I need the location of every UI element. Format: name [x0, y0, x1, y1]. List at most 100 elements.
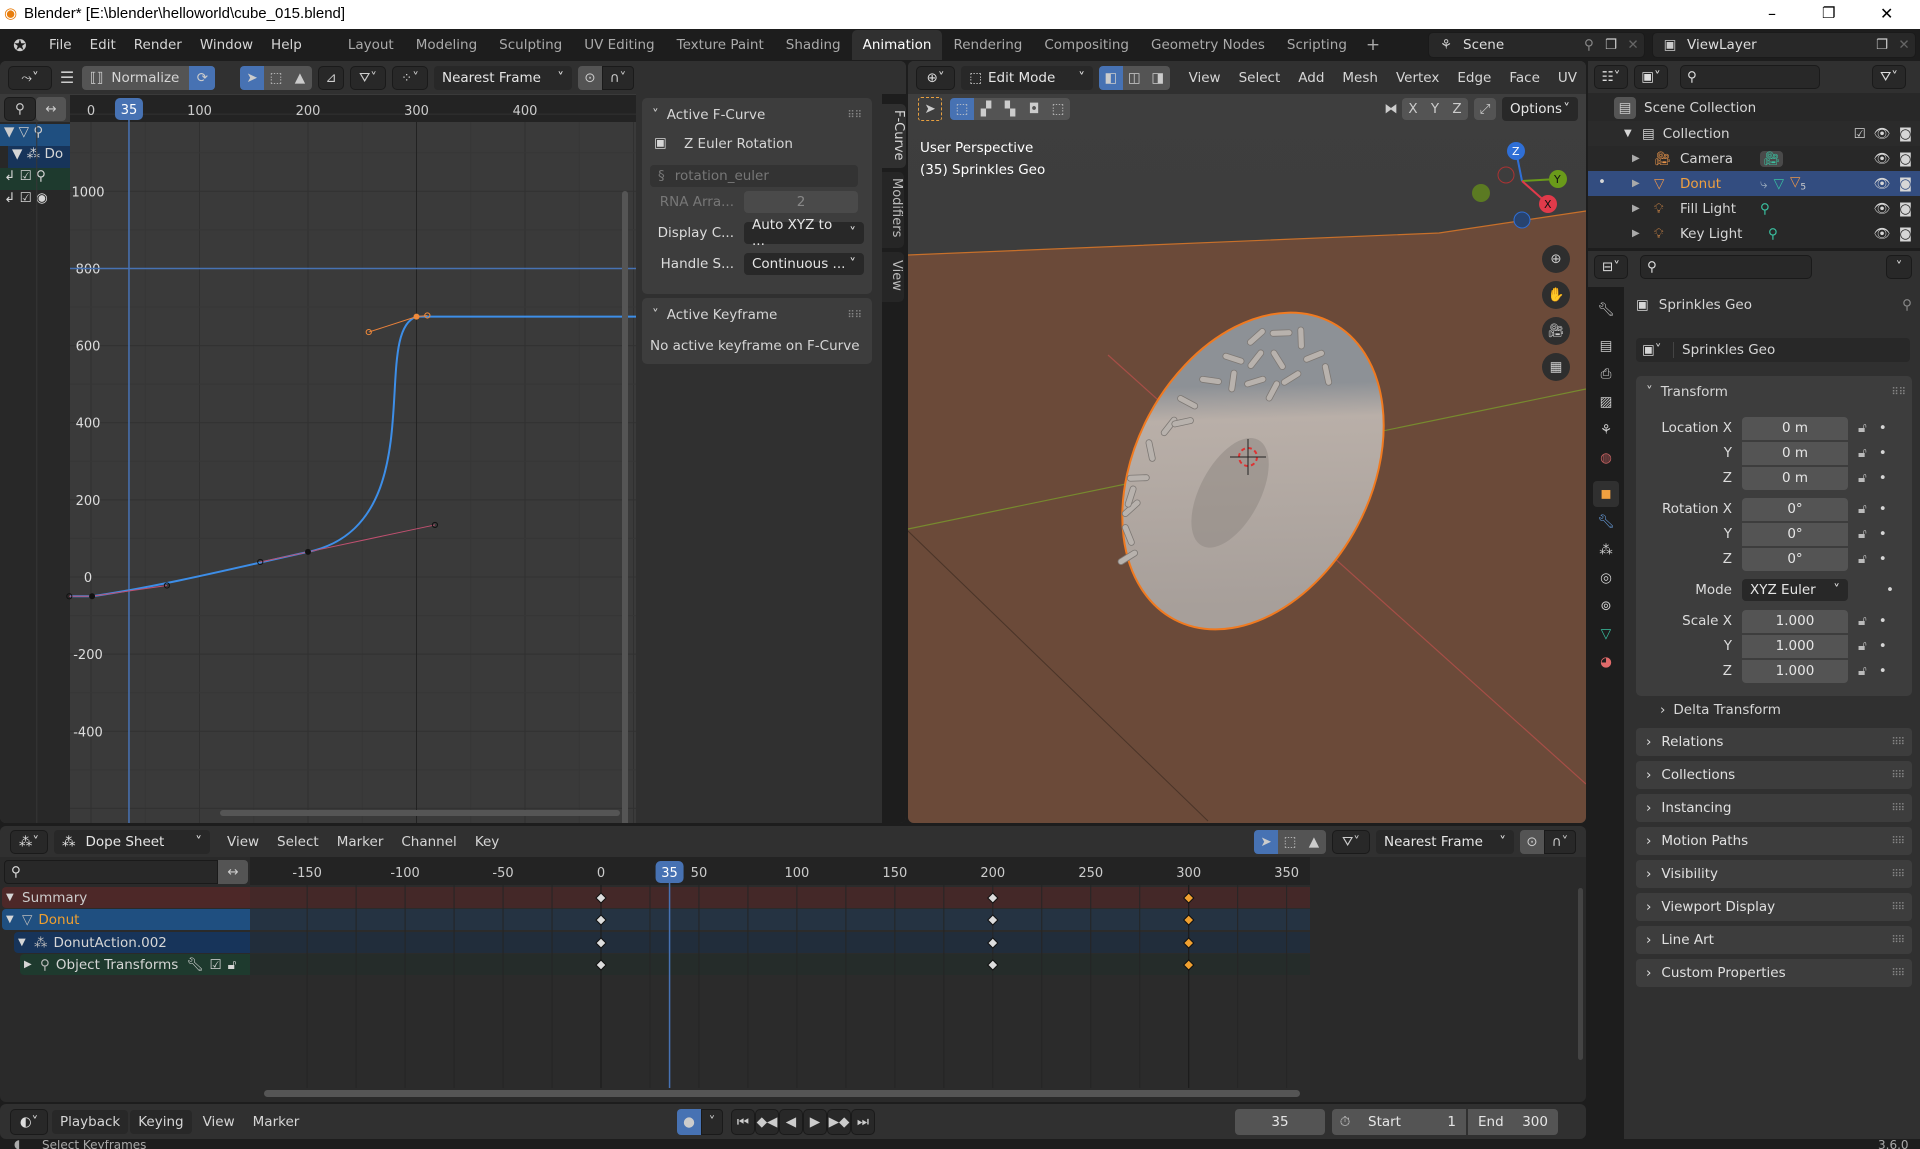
camera-data-icon[interactable]: 🎥︎: [1760, 150, 1784, 167]
rotation-x-field[interactable]: 0°: [1742, 497, 1848, 521]
drag-grip-icon[interactable]: ⠿⠿: [1891, 737, 1905, 748]
workspace-tab-texture-paint[interactable]: Texture Paint: [666, 30, 775, 60]
select-tool-icon[interactable]: ➤: [918, 97, 942, 121]
face-select-icon[interactable]: ◨: [1146, 65, 1170, 90]
jump-start-button[interactable]: ⏮: [731, 1108, 755, 1135]
workspace-tab-scripting[interactable]: Scripting: [1276, 30, 1358, 60]
exclude-checkbox[interactable]: ☑: [1854, 126, 1866, 142]
editor-type-button[interactable]: ◐˅: [10, 1108, 48, 1135]
delete-view-layer-icon[interactable]: ✕: [1893, 37, 1915, 53]
light-data-icon[interactable]: ⚲: [1760, 201, 1770, 217]
channel-summary[interactable]: ▼ Summary: [2, 887, 250, 908]
expand-arrow-icon[interactable]: ▶: [24, 959, 40, 970]
graph-canvas[interactable]: 0 100 200 300 400 1000 800 600 400 200 0 -200 -400 35: [0, 61, 636, 823]
rotation-z-field[interactable]: 0°: [1742, 547, 1848, 571]
object-data-selector[interactable]: ▣˅ Sprinkles Geo: [1636, 338, 1910, 362]
location-x-field[interactable]: 0 m: [1742, 416, 1848, 440]
object-tab-icon[interactable]: ◼: [1593, 481, 1619, 507]
visibility-eye-icon[interactable]: 👁︎: [1874, 126, 1891, 142]
lock-icon[interactable]: 🔓︎: [1858, 551, 1867, 567]
pin-icon[interactable]: ⚲: [1578, 37, 1600, 53]
outliner-search[interactable]: ⚲: [1680, 65, 1820, 89]
expand-arrow-icon[interactable]: ▼: [1624, 128, 1642, 139]
expand-arrow-icon[interactable]: ▶: [1632, 228, 1654, 239]
child-objects-icon[interactable]: ▽5: [1790, 174, 1806, 193]
viewport-menu-add[interactable]: Add: [1289, 70, 1333, 86]
keyframe-dot-icon[interactable]: •: [1879, 613, 1887, 629]
camera-view-icon[interactable]: 🎥︎: [1542, 317, 1570, 345]
timeline-menu-marker[interactable]: Marker: [244, 1114, 309, 1130]
select-intersect-icon[interactable]: ⬚: [1046, 98, 1070, 120]
workspace-tab-layout[interactable]: Layout: [337, 30, 405, 60]
menu-render[interactable]: Render: [125, 37, 191, 53]
section-viewport-display[interactable]: › Viewport Display ⠿⠿: [1636, 893, 1912, 921]
keyframe-dot-icon[interactable]: •: [1886, 582, 1894, 598]
collapse-arrow-icon[interactable]: ▼: [6, 892, 22, 903]
select-extend-icon[interactable]: ▞: [974, 98, 998, 120]
keyframe-dot-icon[interactable]: •: [1879, 445, 1887, 461]
properties-search[interactable]: ⚲: [1640, 255, 1812, 279]
keyframe-dot-icon[interactable]: •: [1879, 501, 1887, 517]
section-motion-paths[interactable]: › Motion Paths ⠿⠿: [1636, 827, 1912, 855]
timeline-menu-playback[interactable]: Playback: [52, 1109, 129, 1134]
render-camera-icon[interactable]: ◙: [1899, 151, 1912, 167]
material-tab-icon[interactable]: ◕: [1593, 649, 1619, 675]
minimize-button[interactable]: –: [1768, 4, 1776, 23]
transform-header[interactable]: ˅ Transform ⠿⠿: [1646, 380, 1906, 404]
particles-tab-icon[interactable]: ⁂: [1593, 537, 1619, 563]
auto-keying-toggle[interactable]: ●: [677, 1108, 701, 1135]
visibility-eye-icon[interactable]: 👁︎: [1874, 151, 1891, 167]
edge-select-icon[interactable]: ◫: [1122, 65, 1147, 90]
mirror-x-toggle[interactable]: X: [1402, 98, 1424, 120]
menu-file[interactable]: File: [40, 37, 81, 53]
constraints-tab-icon[interactable]: ⊚: [1593, 593, 1619, 619]
drag-grip-icon[interactable]: ⠿⠿: [847, 110, 862, 121]
keyframe-dot-icon[interactable]: •: [1879, 526, 1887, 542]
dope-sheet-horizontal-scrollbar[interactable]: [264, 1090, 1300, 1097]
tab-view[interactable]: View: [882, 252, 904, 302]
vertex-select-icon[interactable]: ◧: [1098, 65, 1123, 90]
dope-sheet-vertical-scrollbar[interactable]: [1578, 888, 1583, 1060]
viewport-menu-edge[interactable]: Edge: [1448, 70, 1500, 86]
viewport-menu-view[interactable]: View: [1180, 70, 1230, 86]
delta-transform-subpanel[interactable]: › Delta Transform: [1660, 698, 1900, 722]
drag-grip-icon[interactable]: ⠿⠿: [1891, 387, 1906, 398]
visibility-eye-icon[interactable]: 👁︎: [1874, 201, 1891, 217]
play-reverse-button[interactable]: ◀: [779, 1108, 803, 1135]
lock-icon[interactable]: 🔓︎: [1858, 445, 1867, 461]
stopwatch-icon[interactable]: ⏱: [1332, 1108, 1358, 1135]
scene-selector[interactable]: ⚘ Scene ⚲ ❐ ✕: [1428, 32, 1645, 58]
jump-end-button[interactable]: ⏭: [851, 1108, 875, 1135]
section-collections[interactable]: › Collections ⠿⠿: [1636, 761, 1912, 789]
keyframe-dot-icon[interactable]: •: [1879, 551, 1887, 567]
workspace-tab-geometry-nodes[interactable]: Geometry Nodes: [1140, 30, 1276, 60]
view-layer-tab-icon[interactable]: ▨: [1593, 389, 1619, 415]
new-view-layer-icon[interactable]: ❐: [1871, 37, 1893, 53]
start-frame-field[interactable]: Start 1: [1358, 1108, 1466, 1135]
handle-smoothing-dropdown[interactable]: Continuous ... ˅: [744, 253, 864, 275]
topology-mirror-icon[interactable]: ⤢: [1474, 98, 1496, 120]
3d-viewport[interactable]: Z Y X ⊕˅ ⬚ Edit Mode ˅ ◧ ◫ ◨ View Select Add…: [908, 61, 1586, 823]
viewport-menu-face[interactable]: Face: [1500, 70, 1549, 86]
menu-edit[interactable]: Edit: [81, 37, 125, 53]
keyframe-dot-icon[interactable]: •: [1879, 420, 1887, 436]
viewport-menu-select[interactable]: Select: [1230, 70, 1290, 86]
keyframe-dot-icon[interactable]: •: [1879, 663, 1887, 679]
section-instancing[interactable]: › Instancing ⠿⠿: [1636, 794, 1912, 822]
play-button[interactable]: ▶: [803, 1108, 827, 1135]
workspace-tab-sculpting[interactable]: Sculpting: [488, 30, 573, 60]
outliner-item-camera[interactable]: ▶ 🎥︎ Camera 🎥︎ 👁︎ ◙: [1588, 146, 1920, 171]
expand-arrow-icon[interactable]: ▶: [1632, 203, 1654, 214]
lock-icon[interactable]: 🔓︎: [1858, 526, 1867, 542]
menu-window[interactable]: Window: [191, 37, 262, 53]
channel-group[interactable]: ▶ ⚲ Object Transforms 🔧︎ ☑ 🔓︎: [20, 954, 250, 975]
select-invert-icon[interactable]: ◘: [1022, 98, 1046, 120]
modifier-tab-icon[interactable]: 🔧︎: [1593, 509, 1619, 535]
editor-type-button[interactable]: ⊟˅: [1594, 255, 1628, 279]
end-frame-field[interactable]: End 300: [1468, 1108, 1558, 1135]
workspace-tab-uv-editing[interactable]: UV Editing: [573, 30, 665, 60]
expand-arrow-icon[interactable]: ▶: [1632, 153, 1654, 164]
tool-tab-icon[interactable]: 🔧︎: [1593, 297, 1619, 323]
outliner-item-fill-light[interactable]: ▶ 💡︎ Fill Light ⚲ 👁︎ ◙: [1588, 196, 1920, 221]
lock-icon[interactable]: 🔓︎: [1858, 663, 1867, 679]
